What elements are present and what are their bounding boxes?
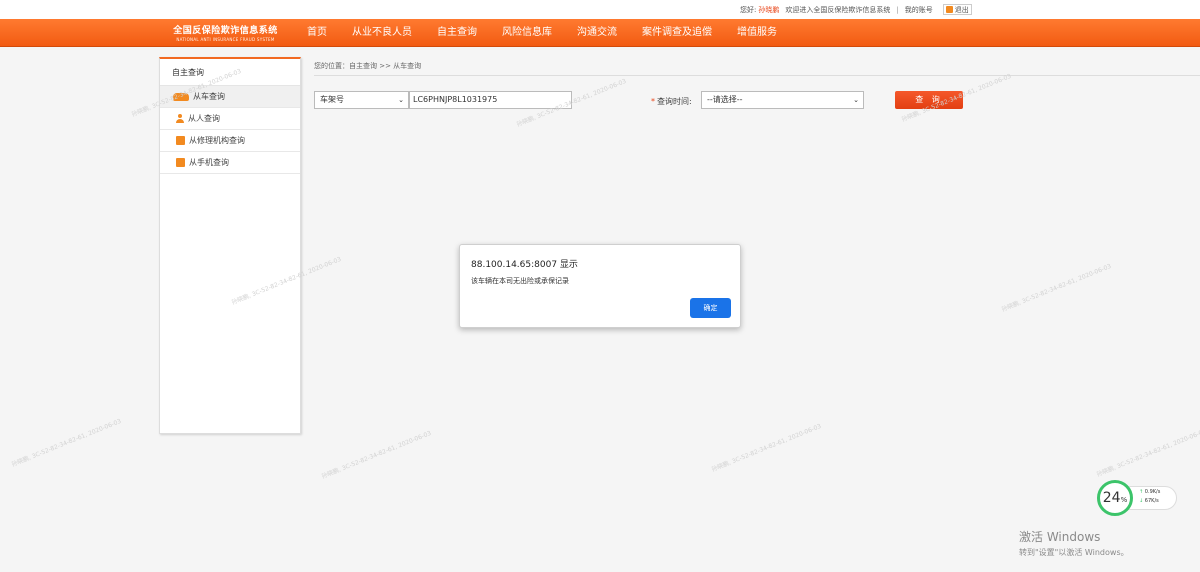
- download-speed: ↓ 67K/s: [1139, 498, 1159, 504]
- sidebar-item-label: 从人查询: [188, 113, 220, 123]
- field-type-select[interactable]: 车架号 ⌄: [314, 91, 409, 109]
- arrow-up-icon: ↑: [1139, 489, 1144, 495]
- watermark: 孙晓鹏, 3C-52-82-34-82-61, 2020-06-03: [1095, 427, 1200, 479]
- windows-activation-notice: 激活 Windows 转到"设置"以激活 Windows。: [1019, 528, 1129, 558]
- sidebar-item-label: 从车查询: [193, 91, 225, 101]
- query-time-select[interactable]: --请选择-- ⌄: [701, 91, 864, 109]
- nav-item-self-query[interactable]: 自主查询: [437, 19, 477, 47]
- repair-shop-icon: [176, 136, 185, 145]
- separator: |: [896, 5, 899, 14]
- sidebar-item-person-query[interactable]: 从人查询: [160, 108, 300, 130]
- network-speed-widget[interactable]: 24% ↑ 0.9K/s ↓ 67K/s: [1097, 480, 1179, 516]
- nav-item-value-added[interactable]: 增值服务: [737, 19, 777, 47]
- car-icon: [173, 92, 189, 101]
- top-bar: 您好: 孙晓鹏 欢迎进入全国反保险欺诈信息系统 | 我的账号 退出: [0, 0, 1200, 19]
- nav-item-bad-personnel[interactable]: 从业不良人员: [352, 19, 412, 47]
- phone-icon: [176, 158, 185, 167]
- required-marker: *: [651, 97, 655, 106]
- query-time-label: * 查询时间:: [651, 97, 692, 106]
- watermark: 孙晓鹏, 3C-52-82-34-82-61, 2020-06-03: [320, 429, 433, 481]
- activation-subtitle: 转到"设置"以激活 Windows。: [1019, 548, 1129, 557]
- dialog-title: 88.100.14.65:8007 显示: [471, 260, 578, 270]
- dialog-message: 该车辆在本司无出险或承保记录: [471, 277, 569, 285]
- vin-input[interactable]: LC6PHNJP8L1031975: [409, 91, 572, 109]
- breadcrumb: 您的位置：自主查询 >> 从车查询: [314, 62, 422, 70]
- sidebar-item-label: 从手机查询: [189, 157, 229, 167]
- query-button[interactable]: 查 询: [895, 91, 963, 109]
- sidebar-header: 自主查询: [160, 59, 300, 86]
- ok-button[interactable]: 确定: [690, 298, 731, 318]
- welcome-text: 欢迎进入全国反保险欺诈信息系统: [785, 5, 891, 14]
- sidebar: 自主查询 从车查询 从人查询 从修理机构查询 从手机查询: [159, 57, 301, 434]
- watermark: 孙晓鹏, 3C-52-82-34-82-61, 2020-06-03: [710, 422, 823, 474]
- logout-button[interactable]: 退出: [942, 4, 972, 15]
- alert-dialog: 88.100.14.65:8007 显示 该车辆在本司无出险或承保记录 确定: [459, 244, 741, 328]
- user-info-bar: 您好: 孙晓鹏 欢迎进入全国反保险欺诈信息系统 | 我的账号 退出: [740, 4, 972, 15]
- main-nav: 全国反保险欺诈信息系统 NATIONAL ANTI INSURANCE FRAU…: [0, 19, 1200, 47]
- query-time-value: --请选择--: [707, 95, 743, 104]
- usage-gauge: 24%: [1097, 480, 1133, 516]
- person-icon: [176, 114, 184, 123]
- logout-label: 退出: [954, 5, 969, 14]
- logo-subtitle: NATIONAL ANTI INSURANCE FRAUD SYSTEM: [176, 37, 275, 42]
- logo-title: 全国反保险欺诈信息系统: [173, 26, 278, 36]
- nav-item-home[interactable]: 首页: [307, 19, 327, 47]
- watermark: 孙晓鹏, 3C-52-82-34-82-61, 2020-06-03: [1000, 262, 1113, 314]
- chevron-down-icon: ⌄: [398, 96, 404, 104]
- activation-title: 激活 Windows: [1019, 530, 1101, 544]
- logo: 全国反保险欺诈信息系统 NATIONAL ANTI INSURANCE FRAU…: [169, 23, 282, 42]
- nav-item-risk-db[interactable]: 风险信息库: [502, 19, 552, 47]
- watermark: 孙晓鹏, 3C-52-82-34-82-61, 2020-06-03: [10, 417, 123, 469]
- sidebar-item-phone-query[interactable]: 从手机查询: [160, 152, 300, 174]
- sidebar-item-label: 从修理机构查询: [189, 135, 245, 145]
- sidebar-item-vehicle-query[interactable]: 从车查询: [160, 86, 300, 108]
- divider: [314, 75, 1200, 76]
- username-link[interactable]: 孙晓鹏: [758, 5, 779, 15]
- my-account-link[interactable]: 我的账号: [905, 5, 933, 15]
- greeting-label: 您好:: [740, 5, 757, 14]
- sidebar-item-repair-query[interactable]: 从修理机构查询: [160, 130, 300, 152]
- chevron-down-icon: ⌄: [853, 96, 859, 104]
- arrow-down-icon: ↓: [1139, 498, 1144, 504]
- nav-item-communication[interactable]: 沟通交流: [577, 19, 617, 47]
- field-type-value: 车架号: [320, 95, 344, 104]
- nav-item-case-investigation[interactable]: 案件调查及追偿: [642, 19, 712, 47]
- upload-speed: ↑ 0.9K/s: [1139, 489, 1161, 495]
- logout-icon: [945, 6, 953, 13]
